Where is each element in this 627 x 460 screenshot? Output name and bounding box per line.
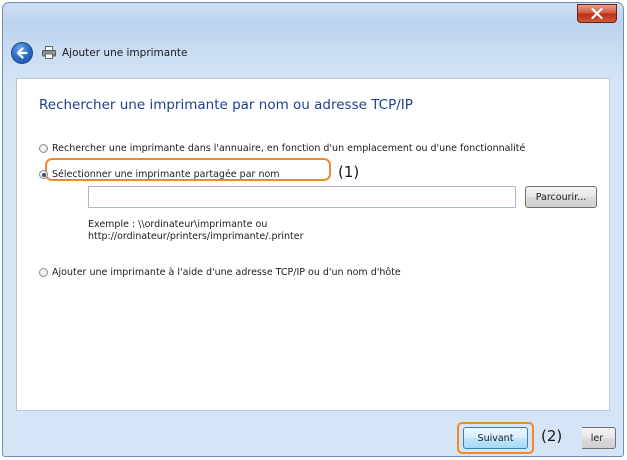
example-text: Exemple : \\ordinateur\imprimante ou htt… (88, 219, 304, 243)
option-search-directory-label: Rechercher une imprimante dans l'annuair… (52, 143, 526, 154)
cancel-button-label: ler (590, 432, 604, 444)
close-button[interactable] (577, 4, 617, 23)
callout-label-2: (2) (541, 427, 563, 445)
example-line-1: Exemple : \\ordinateur\imprimante ou (88, 219, 268, 230)
radio-select-shared-by-name[interactable] (39, 170, 48, 179)
next-button[interactable]: Suivant (463, 427, 528, 449)
example-line-2: http://ordinateur/printers/imprimante/.p… (88, 231, 304, 242)
printer-name-input[interactable] (88, 186, 516, 208)
wizard-header: Ajouter une imprimante (3, 29, 623, 77)
back-button[interactable] (11, 42, 33, 64)
add-printer-window: Ajouter une imprimante Rechercher une im… (2, 2, 624, 457)
wizard-footer: Suivant ler (2) (3, 411, 623, 456)
close-icon (591, 8, 603, 19)
radio-add-tcpip[interactable] (39, 268, 48, 277)
browse-button[interactable]: Parcourir... (525, 186, 597, 208)
radio-search-directory[interactable] (39, 144, 48, 153)
option-add-tcpip[interactable]: Ajouter une imprimante à l'aide d'une ad… (39, 267, 401, 278)
option-search-directory[interactable]: Rechercher une imprimante dans l'annuair… (39, 143, 525, 154)
callout-label-1: (1) (338, 163, 360, 181)
option-add-tcpip-label: Ajouter une imprimante à l'aide d'une ad… (52, 267, 401, 278)
printer-icon (42, 46, 56, 59)
window-title: Ajouter une imprimante (62, 47, 188, 59)
back-arrow-icon (16, 47, 28, 59)
option-select-shared-by-name[interactable]: Sélectionner une imprimante partagée par… (39, 169, 280, 180)
option-select-shared-by-name-label: Sélectionner une imprimante partagée par… (52, 169, 280, 180)
wizard-content: Rechercher une imprimante par nom ou adr… (16, 78, 610, 411)
page-heading: Rechercher une imprimante par nom ou adr… (39, 97, 413, 113)
